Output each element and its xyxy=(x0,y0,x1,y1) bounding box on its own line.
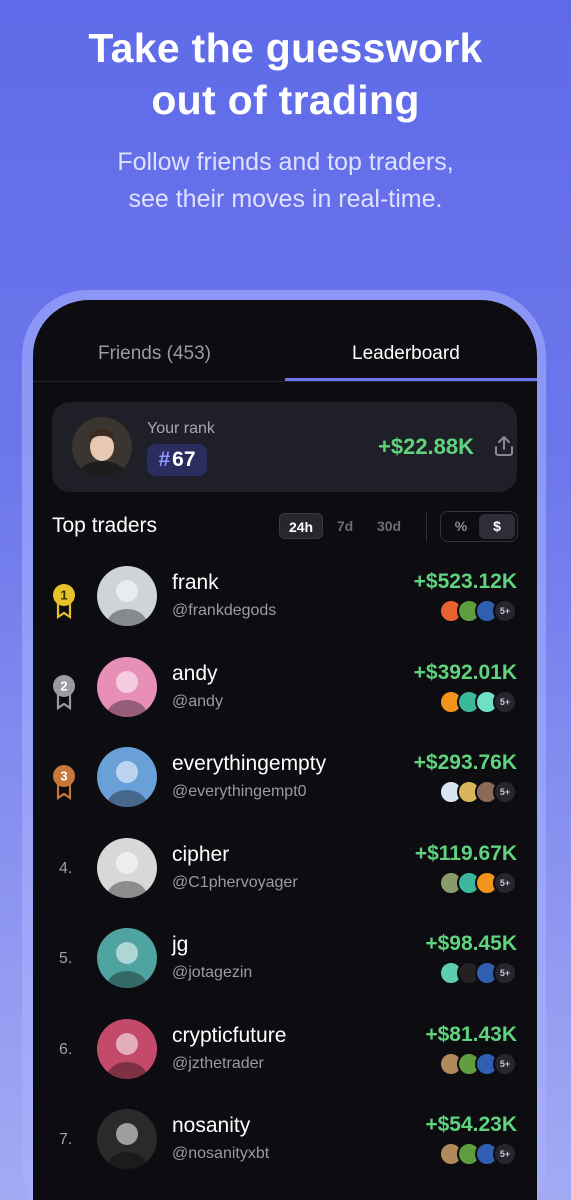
your-pnl: +$22.88K xyxy=(378,434,475,459)
svg-text:2: 2 xyxy=(60,678,67,693)
more-tokens-badge: 5+ xyxy=(493,870,517,895)
hero-title: Take the guesswork out of trading xyxy=(0,22,571,126)
trader-name: andy xyxy=(172,661,218,685)
hero-title-line-2: out of trading xyxy=(151,77,420,123)
trader-row[interactable]: 6. crypticfuture @jzthetrader +$81.43K 5+ xyxy=(33,1018,537,1109)
trader-name: jg xyxy=(172,933,189,956)
hero-title-line-1: Take the guesswork xyxy=(88,25,483,71)
trader-handle: @jotagezin xyxy=(172,964,253,981)
active-tab-indicator xyxy=(285,378,537,381)
unit-dollar-button[interactable]: $ xyxy=(479,514,515,539)
rank-number: 7. xyxy=(59,1131,73,1148)
token-stack[interactable]: 5+ xyxy=(439,1142,517,1166)
trader-pnl: +$523.12K xyxy=(413,570,517,593)
token-stack[interactable]: 5+ xyxy=(439,870,517,895)
trader-avatar[interactable] xyxy=(97,656,157,717)
share-icon[interactable] xyxy=(492,434,516,458)
trader-name: nosanity xyxy=(172,1114,251,1137)
timeframe-24h-button[interactable]: 24h xyxy=(279,513,323,539)
rank-medal-icon: 1 xyxy=(51,583,77,620)
unit-toggle: % $ xyxy=(440,511,518,542)
trader-avatar[interactable] xyxy=(97,747,157,807)
trader-handle: @everythingempt0 xyxy=(172,783,307,800)
trader-handle: @frankdegods xyxy=(172,602,277,619)
trader-row[interactable]: 2 andy @andy +$392.01K 5+ xyxy=(33,656,537,747)
svg-text:3: 3 xyxy=(60,769,67,784)
token-stack[interactable]: 5+ xyxy=(439,961,517,985)
tab-friends[interactable]: Friends (453) xyxy=(98,343,211,365)
user-avatar xyxy=(72,417,132,477)
trader-avatar[interactable] xyxy=(97,837,157,898)
trader-avatar[interactable] xyxy=(97,928,157,988)
trader-row[interactable]: 7. nosanity @nosanityxbt +$54.23K 5+ xyxy=(33,1109,537,1199)
token-stack[interactable]: 5+ xyxy=(439,689,517,714)
trader-row[interactable]: 1 frank @frankdegods +$523.12K 5+ xyxy=(33,566,537,656)
trader-handle: @C1phervoyager xyxy=(172,873,298,891)
timeframe-30d-button[interactable]: 30d xyxy=(367,513,411,539)
top-traders-title: Top traders xyxy=(52,514,158,537)
token-stack[interactable]: 5+ xyxy=(439,599,517,623)
unit-percent-button[interactable]: % xyxy=(443,514,479,539)
your-rank-card[interactable]: Your rank # 67 +$22.88K xyxy=(52,402,517,492)
rank-medal-icon: 2 xyxy=(51,674,77,710)
trader-row[interactable]: 5. jg @jotagezin +$98.45K 5+ xyxy=(33,928,537,1018)
svg-text:1: 1 xyxy=(60,588,67,603)
rank-badge: # 67 xyxy=(147,444,207,476)
more-tokens-badge: 5+ xyxy=(493,1142,517,1166)
phone-screen: Friends (453) Leaderboard Your rank # 67… xyxy=(33,300,537,1200)
trader-pnl: +$119.67K xyxy=(414,841,517,865)
more-tokens-badge: 5+ xyxy=(493,1051,517,1076)
trader-pnl: +$293.76K xyxy=(413,751,517,774)
your-rank-label: Your rank xyxy=(147,420,215,437)
trader-name: everythingempty xyxy=(172,752,327,775)
rank-hash: # xyxy=(158,448,171,471)
token-stack[interactable]: 5+ xyxy=(439,1051,517,1076)
rank-number: 5. xyxy=(59,950,73,967)
tab-leaderboard[interactable]: Leaderboard xyxy=(352,343,460,365)
trader-name: crypticfuture xyxy=(172,1023,287,1047)
rank-number: 6. xyxy=(59,1040,73,1058)
trader-avatar[interactable] xyxy=(97,1018,157,1079)
trader-name: cipher xyxy=(172,842,230,866)
trader-pnl: +$392.01K xyxy=(413,660,517,684)
hero-subtitle-line-2: see their moves in real-time. xyxy=(128,185,443,213)
more-tokens-badge: 5+ xyxy=(493,689,517,714)
trader-pnl: +$81.43K xyxy=(425,1022,517,1046)
trader-pnl: +$54.23K xyxy=(425,1113,517,1136)
trader-handle: @jzthetrader xyxy=(172,1054,264,1072)
hero-subtitle-line-1: Follow friends and top traders, xyxy=(117,148,454,176)
divider xyxy=(426,512,427,542)
more-tokens-badge: 5+ xyxy=(493,961,517,985)
timeframe-7d-button[interactable]: 7d xyxy=(323,513,367,539)
tab-bar: Friends (453) Leaderboard xyxy=(33,300,537,382)
trader-avatar[interactable] xyxy=(97,566,157,626)
trader-handle: @nosanityxbt xyxy=(172,1145,270,1162)
timeframe-selector: 24h 7d 30d xyxy=(279,513,411,541)
trader-handle: @andy xyxy=(172,692,223,710)
trader-row[interactable]: 4. cipher @C1phervoyager +$119.67K 5+ xyxy=(33,837,537,928)
hero-subtitle: Follow friends and top traders, see thei… xyxy=(0,144,571,218)
rank-medal-icon: 3 xyxy=(51,764,77,801)
token-stack[interactable]: 5+ xyxy=(439,780,517,804)
more-tokens-badge: 5+ xyxy=(493,780,517,804)
rank-number: 4. xyxy=(59,859,73,877)
trader-name: frank xyxy=(172,571,219,594)
trader-row[interactable]: 3 everythingempty @everythingempt0 +$293.76… xyxy=(33,747,537,837)
trader-pnl: +$98.45K xyxy=(425,932,517,955)
more-tokens-badge: 5+ xyxy=(493,599,517,623)
rank-number: 67 xyxy=(172,448,196,471)
trader-avatar[interactable] xyxy=(97,1109,157,1169)
